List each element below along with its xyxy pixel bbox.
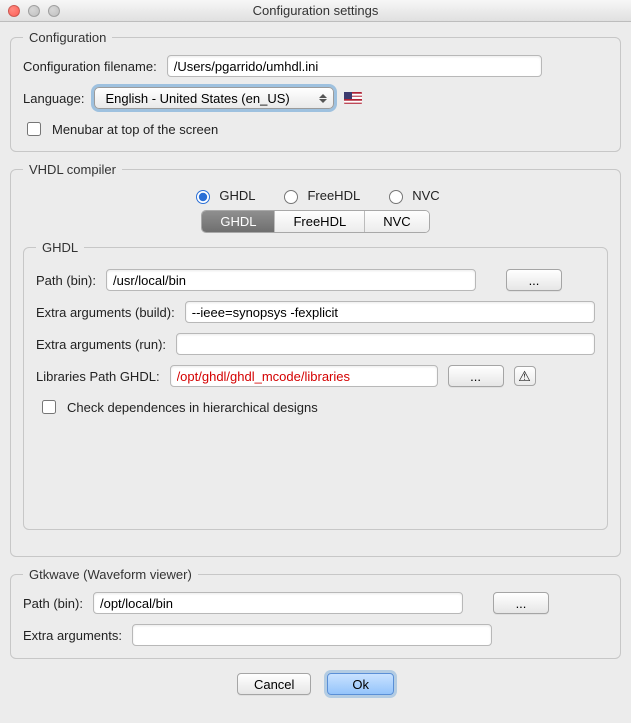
ghdl-libs-label: Libraries Path GHDL:	[36, 369, 160, 384]
content: Configuration Configuration filename: La…	[0, 22, 631, 707]
ghdl-extra-run-label: Extra arguments (run):	[36, 337, 166, 352]
menubar-checkbox-row[interactable]: Menubar at top of the screen	[23, 119, 218, 139]
ghdl-extra-run-input[interactable]	[176, 333, 595, 355]
tab-ghdl[interactable]: GHDL	[202, 211, 275, 232]
radio-ghdl-label: GHDL	[219, 188, 255, 203]
vhdl-compiler-group: VHDL compiler GHDL FreeHDL NVC GHDL Free…	[10, 162, 621, 557]
zoom-icon[interactable]	[48, 5, 60, 17]
config-filename-input[interactable]	[167, 55, 542, 77]
ghdl-extra-build-label: Extra arguments (build):	[36, 305, 175, 320]
gtkwave-path-label: Path (bin):	[23, 596, 83, 611]
cancel-button[interactable]: Cancel	[237, 673, 311, 695]
gtkwave-extra-input[interactable]	[132, 624, 492, 646]
configuration-legend: Configuration	[23, 30, 112, 45]
radio-nvc-label: NVC	[412, 188, 439, 203]
ghdl-libs-input[interactable]	[170, 365, 438, 387]
tab-freehdl[interactable]: FreeHDL	[275, 211, 365, 232]
ghdl-path-label: Path (bin):	[36, 273, 96, 288]
gtkwave-legend: Gtkwave (Waveform viewer)	[23, 567, 198, 582]
language-select-wrap: English - United States (en_US)	[94, 87, 334, 109]
ghdl-group: GHDL Path (bin): ... Extra arguments (bu…	[23, 240, 608, 530]
radio-nvc[interactable]: NVC	[384, 187, 439, 204]
gtkwave-path-browse-button[interactable]: ...	[493, 592, 549, 614]
gtkwave-extra-label: Extra arguments:	[23, 628, 122, 643]
titlebar: Configuration settings	[0, 0, 631, 22]
ok-button[interactable]: Ok	[327, 673, 394, 695]
configuration-group: Configuration Configuration filename: La…	[10, 30, 621, 152]
minimize-icon[interactable]	[28, 5, 40, 17]
close-icon[interactable]	[8, 5, 20, 17]
flag-us-icon	[344, 92, 362, 104]
language-select[interactable]: English - United States (en_US)	[94, 87, 334, 109]
ghdl-path-browse-button[interactable]: ...	[506, 269, 562, 291]
tab-nvc[interactable]: NVC	[365, 211, 428, 232]
ghdl-path-input[interactable]	[106, 269, 476, 291]
gtkwave-path-input[interactable]	[93, 592, 463, 614]
radio-freehdl[interactable]: FreeHDL	[279, 187, 360, 204]
radio-nvc-input[interactable]	[389, 190, 403, 204]
gtkwave-group: Gtkwave (Waveform viewer) Path (bin): ..…	[10, 567, 621, 659]
check-deps-checkbox[interactable]	[42, 400, 56, 414]
dialog-footer: Cancel Ok	[10, 669, 621, 701]
check-deps-row[interactable]: Check dependences in hierarchical design…	[38, 397, 318, 417]
radio-freehdl-label: FreeHDL	[307, 188, 360, 203]
compiler-tabs: GHDL FreeHDL NVC	[23, 210, 608, 233]
warning-icon[interactable]: ⚠	[514, 366, 536, 386]
menubar-checkbox[interactable]	[27, 122, 41, 136]
ghdl-legend: GHDL	[36, 240, 84, 255]
ghdl-libs-browse-button[interactable]: ...	[448, 365, 504, 387]
menubar-checkbox-label: Menubar at top of the screen	[52, 122, 218, 137]
language-label: Language:	[23, 91, 84, 106]
ghdl-extra-build-input[interactable]	[185, 301, 595, 323]
radio-freehdl-input[interactable]	[284, 190, 298, 204]
window-controls	[8, 5, 60, 17]
vhdl-compiler-legend: VHDL compiler	[23, 162, 122, 177]
window-title: Configuration settings	[0, 3, 631, 18]
radio-ghdl[interactable]: GHDL	[191, 187, 255, 204]
radio-ghdl-input[interactable]	[196, 190, 210, 204]
config-filename-label: Configuration filename:	[23, 59, 157, 74]
check-deps-label: Check dependences in hierarchical design…	[67, 400, 318, 415]
compiler-radios: GHDL FreeHDL NVC	[23, 187, 608, 204]
